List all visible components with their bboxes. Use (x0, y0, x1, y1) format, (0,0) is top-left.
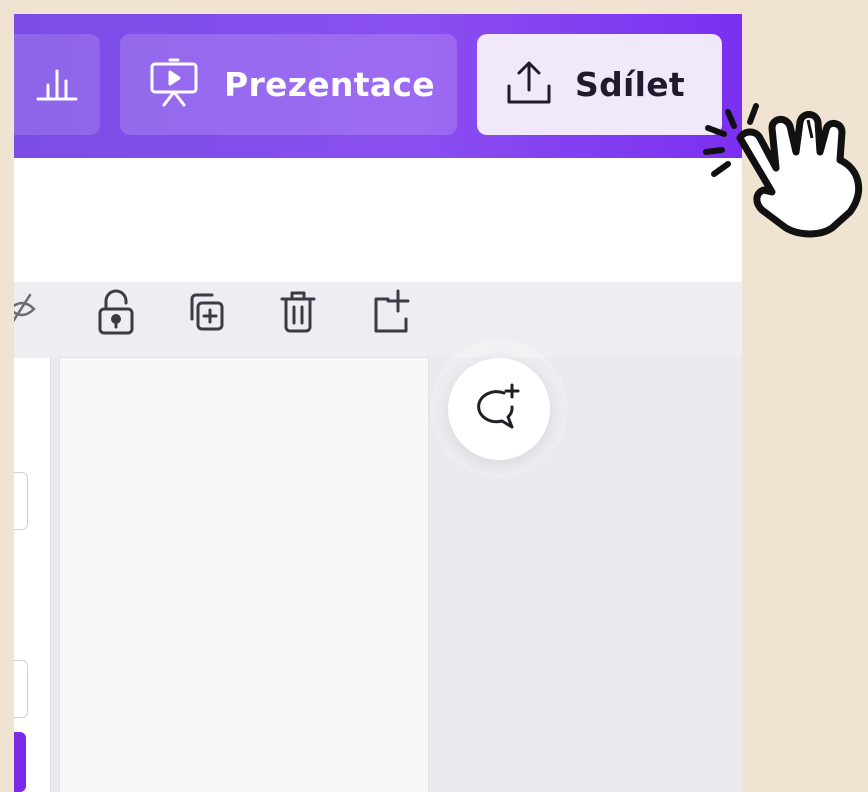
side-panel-field[interactable] (14, 472, 28, 530)
design-canvas[interactable] (60, 358, 428, 792)
duplicate-icon[interactable] (186, 289, 226, 339)
share-button-label: Sdílet (575, 65, 685, 104)
present-button-label: Prezentace (224, 65, 435, 104)
presentation-icon (146, 57, 202, 113)
top-toolbar: Prezentace Sdílet (14, 14, 742, 158)
add-comment-icon (472, 381, 526, 437)
lock-icon[interactable] (96, 289, 136, 341)
share-button[interactable]: Sdílet (477, 34, 722, 135)
trash-icon[interactable] (278, 289, 318, 339)
add-page-icon[interactable] (370, 289, 412, 339)
side-panel (14, 358, 51, 792)
page-header-area (14, 158, 742, 282)
present-button[interactable]: Prezentace (120, 34, 457, 135)
upload-icon (505, 58, 553, 112)
side-panel-action-button[interactable] (14, 732, 26, 792)
add-comment-button[interactable] (448, 358, 550, 460)
bar-chart-icon (34, 63, 78, 107)
eye-off-icon[interactable] (14, 289, 42, 333)
insights-button[interactable] (14, 34, 100, 135)
hand-pointer-icon (700, 98, 868, 238)
side-panel-field[interactable] (14, 660, 28, 718)
editor-window: Prezentace Sdílet (14, 14, 742, 792)
